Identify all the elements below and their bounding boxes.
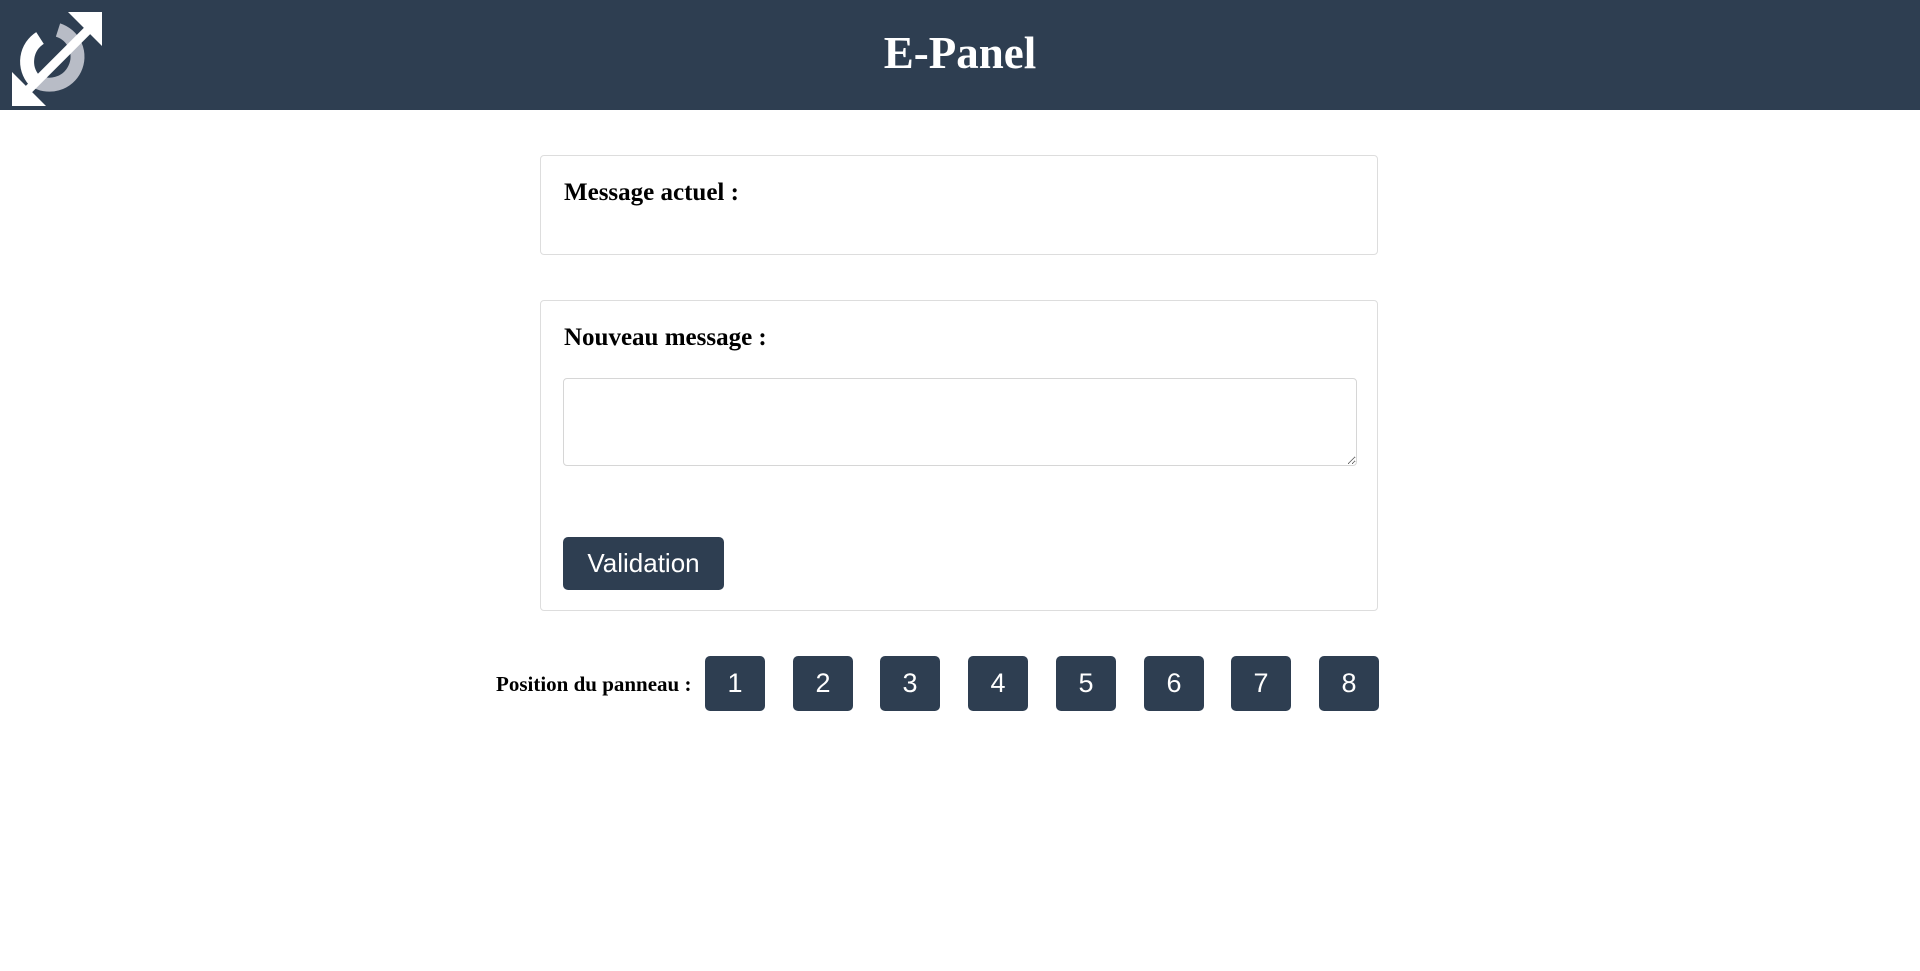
new-message-heading: Nouveau message :	[564, 324, 767, 351]
top-header-bar: E-Panel	[0, 0, 1920, 110]
current-message-card: Message actuel :	[540, 155, 1378, 255]
app-title: E-Panel	[883, 28, 1037, 78]
position-button-4[interactable]: 4	[968, 656, 1028, 711]
panel-position-label: Position du panneau :	[496, 672, 692, 696]
position-button-6[interactable]: 6	[1144, 656, 1204, 711]
current-message-heading: Message actuel :	[564, 179, 739, 206]
new-message-card: Nouveau message : Validation	[540, 300, 1378, 611]
position-button-2[interactable]: 2	[793, 656, 853, 711]
position-button-5[interactable]: 5	[1056, 656, 1116, 711]
position-button-3[interactable]: 3	[880, 656, 940, 711]
position-button-7[interactable]: 7	[1231, 656, 1291, 711]
validation-button[interactable]: Validation	[563, 537, 724, 590]
position-button-8[interactable]: 8	[1319, 656, 1379, 711]
position-button-1[interactable]: 1	[705, 656, 765, 711]
panel-position-row: Position du panneau : 1 2 3 4 5 6 7 8	[0, 656, 1920, 712]
new-message-input[interactable]	[563, 378, 1357, 466]
